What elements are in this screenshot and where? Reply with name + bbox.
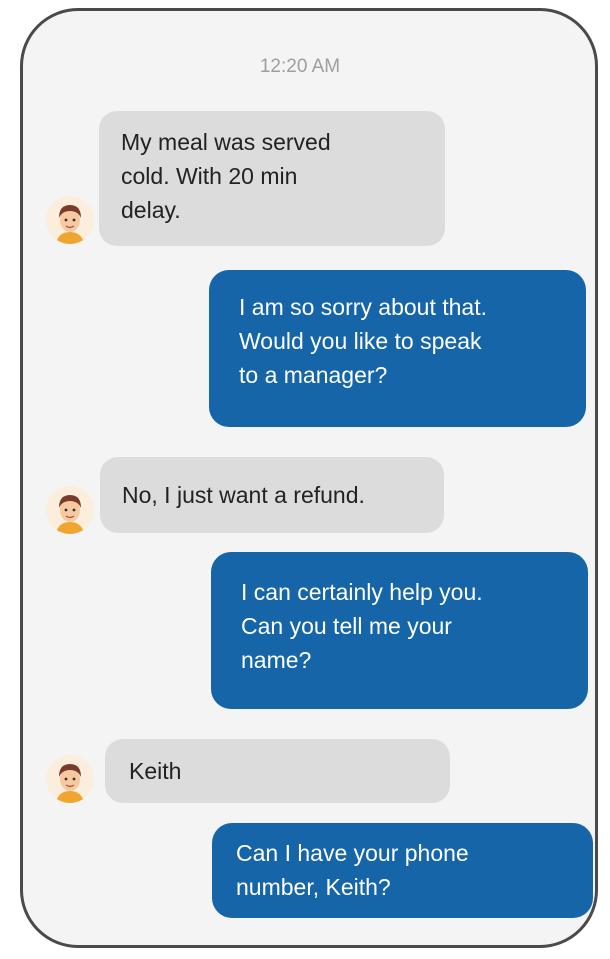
customer-avatar-icon: [46, 755, 94, 803]
outgoing-message: I am so sorry about that. Would you like…: [209, 270, 586, 427]
customer-avatar-icon: [46, 196, 94, 244]
incoming-message: Keith: [105, 739, 450, 803]
customer-avatar-icon: [46, 486, 94, 534]
incoming-message: No, I just want a refund.: [100, 457, 444, 533]
outgoing-message: I can certainly help you. Can you tell m…: [211, 552, 588, 709]
incoming-message: My meal was served cold. With 20 min del…: [99, 111, 445, 246]
outgoing-message: Can I have your phone number, Keith?: [212, 823, 593, 918]
message-timestamp: 12:20 AM: [259, 56, 341, 77]
